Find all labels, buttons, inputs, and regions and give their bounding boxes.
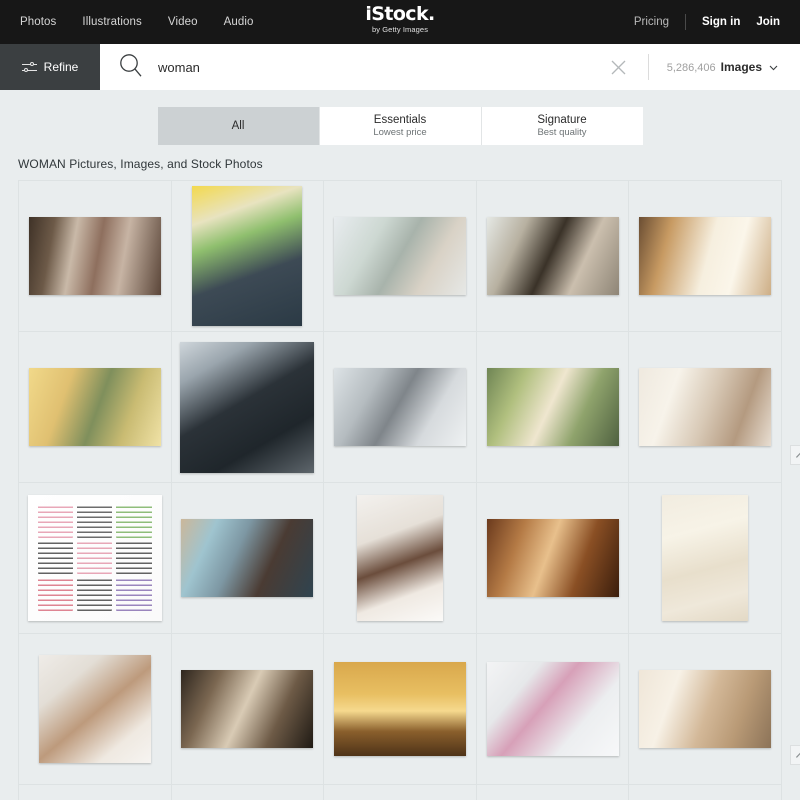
scroll-up-button-2[interactable] xyxy=(790,745,800,765)
grid-cell[interactable] xyxy=(629,785,782,800)
top-nav-account-links: Pricing Sign in Join xyxy=(634,14,800,30)
grid-cell[interactable] xyxy=(19,634,172,785)
grid-cell[interactable] xyxy=(324,332,477,483)
grid-cell[interactable] xyxy=(324,785,477,800)
result-count-dropdown[interactable]: 5,286,406 Images xyxy=(667,58,800,76)
result-count-label: Images xyxy=(720,60,762,74)
chevron-down-icon xyxy=(769,58,778,76)
image-results-grid xyxy=(18,180,782,800)
tab-all-label: All xyxy=(231,120,245,132)
grid-cell[interactable] xyxy=(171,634,325,785)
tab-essentials[interactable]: Essentials Lowest price xyxy=(319,107,482,145)
result-thumbnail[interactable] xyxy=(486,519,619,597)
grid-cell[interactable] xyxy=(171,181,325,332)
lettering-tile xyxy=(37,505,74,538)
tab-signature-label: Signature xyxy=(537,114,587,126)
logo-tagline: by Getty Images xyxy=(371,25,429,34)
result-count-number: 5,286,406 xyxy=(666,62,716,74)
search-icon[interactable] xyxy=(118,52,144,83)
refine-button[interactable]: Refine xyxy=(0,44,100,90)
tab-essentials-sublabel: Lowest price xyxy=(373,127,427,138)
search-bar: Refine 5,286,406 Images xyxy=(0,44,800,90)
nav-link-photos[interactable]: Photos xyxy=(20,16,56,28)
grid-cell[interactable] xyxy=(476,332,630,483)
result-thumbnail[interactable] xyxy=(38,655,151,763)
grid-cell[interactable] xyxy=(172,785,325,800)
top-navigation-bar: Photos Illustrations Video Audio iStock.… xyxy=(0,0,800,44)
join-link[interactable]: Join xyxy=(756,16,780,28)
nav-link-illustrations[interactable]: Illustrations xyxy=(82,16,141,28)
tab-signature-sublabel: Best quality xyxy=(537,127,587,138)
grid-cell[interactable] xyxy=(629,483,782,634)
result-thumbnail[interactable] xyxy=(27,495,162,621)
grid-cell[interactable] xyxy=(171,483,325,634)
license-tabs-container: All Essentials Lowest price Signature Be… xyxy=(0,90,800,157)
grid-cell[interactable] xyxy=(324,634,477,785)
grid-cell[interactable] xyxy=(19,332,172,483)
lettering-tile xyxy=(37,541,74,575)
license-tabs: All Essentials Lowest price Signature Be… xyxy=(157,107,643,145)
logo-wordmark: iStock. xyxy=(365,3,435,25)
lettering-tile xyxy=(116,541,152,575)
grid-cell[interactable] xyxy=(19,483,172,634)
result-thumbnail[interactable] xyxy=(192,186,303,326)
grid-cell[interactable] xyxy=(476,181,630,332)
grid-cell[interactable] xyxy=(324,483,477,634)
result-thumbnail[interactable] xyxy=(28,217,161,295)
grid-cell[interactable] xyxy=(629,332,782,483)
grid-cell[interactable] xyxy=(324,181,477,332)
refine-button-label: Refine xyxy=(43,60,79,74)
clear-search-icon[interactable] xyxy=(604,52,634,82)
grid-cell[interactable] xyxy=(476,483,630,634)
result-thumbnail[interactable] xyxy=(639,217,772,295)
tab-essentials-label: Essentials xyxy=(373,114,427,126)
result-thumbnail[interactable] xyxy=(333,662,466,756)
grid-cell[interactable] xyxy=(476,634,630,785)
result-thumbnail[interactable] xyxy=(181,670,314,748)
result-thumbnail[interactable] xyxy=(28,368,161,446)
lettering-tile xyxy=(77,578,113,611)
scroll-up-button-1[interactable] xyxy=(790,445,800,465)
result-thumbnail[interactable] xyxy=(356,495,443,621)
results-heading: WOMAN Pictures, Images, and Stock Photos xyxy=(18,157,263,171)
grid-cell[interactable] xyxy=(477,785,630,800)
lettering-tile xyxy=(37,578,74,611)
search-divider xyxy=(647,54,649,80)
result-thumbnail[interactable] xyxy=(639,670,772,748)
grid-cell[interactable] xyxy=(629,181,782,332)
result-thumbnail[interactable] xyxy=(180,341,315,473)
tab-signature[interactable]: Signature Best quality xyxy=(481,107,643,145)
result-thumbnail[interactable] xyxy=(333,217,466,295)
result-thumbnail[interactable] xyxy=(486,662,619,756)
nav-link-video[interactable]: Video xyxy=(168,16,198,28)
search-input[interactable] xyxy=(158,59,604,75)
results-grid-wrapper xyxy=(0,180,800,800)
result-thumbnail[interactable] xyxy=(662,495,749,621)
nav-link-audio[interactable]: Audio xyxy=(224,16,254,28)
search-field-container: 5,286,406 Images xyxy=(100,44,800,90)
lettering-tile xyxy=(77,505,113,538)
top-nav-links: Photos Illustrations Video Audio xyxy=(0,16,254,28)
lettering-tile xyxy=(116,505,152,538)
lettering-tile xyxy=(116,578,152,611)
filter-sliders-icon xyxy=(21,61,37,73)
grid-cell[interactable] xyxy=(171,332,325,483)
result-thumbnail[interactable] xyxy=(486,217,619,295)
pricing-link[interactable]: Pricing xyxy=(634,16,669,28)
sign-in-link[interactable]: Sign in xyxy=(702,16,740,28)
result-thumbnail[interactable] xyxy=(486,368,619,446)
grid-cell[interactable] xyxy=(19,785,172,800)
grid-cell[interactable] xyxy=(629,634,782,785)
lettering-tile xyxy=(77,541,113,575)
nav-separator xyxy=(685,14,687,30)
tab-all[interactable]: All xyxy=(157,107,320,145)
grid-cell[interactable] xyxy=(19,181,172,332)
result-thumbnail[interactable] xyxy=(639,368,772,446)
result-thumbnail[interactable] xyxy=(181,519,314,597)
result-thumbnail[interactable] xyxy=(333,368,466,446)
